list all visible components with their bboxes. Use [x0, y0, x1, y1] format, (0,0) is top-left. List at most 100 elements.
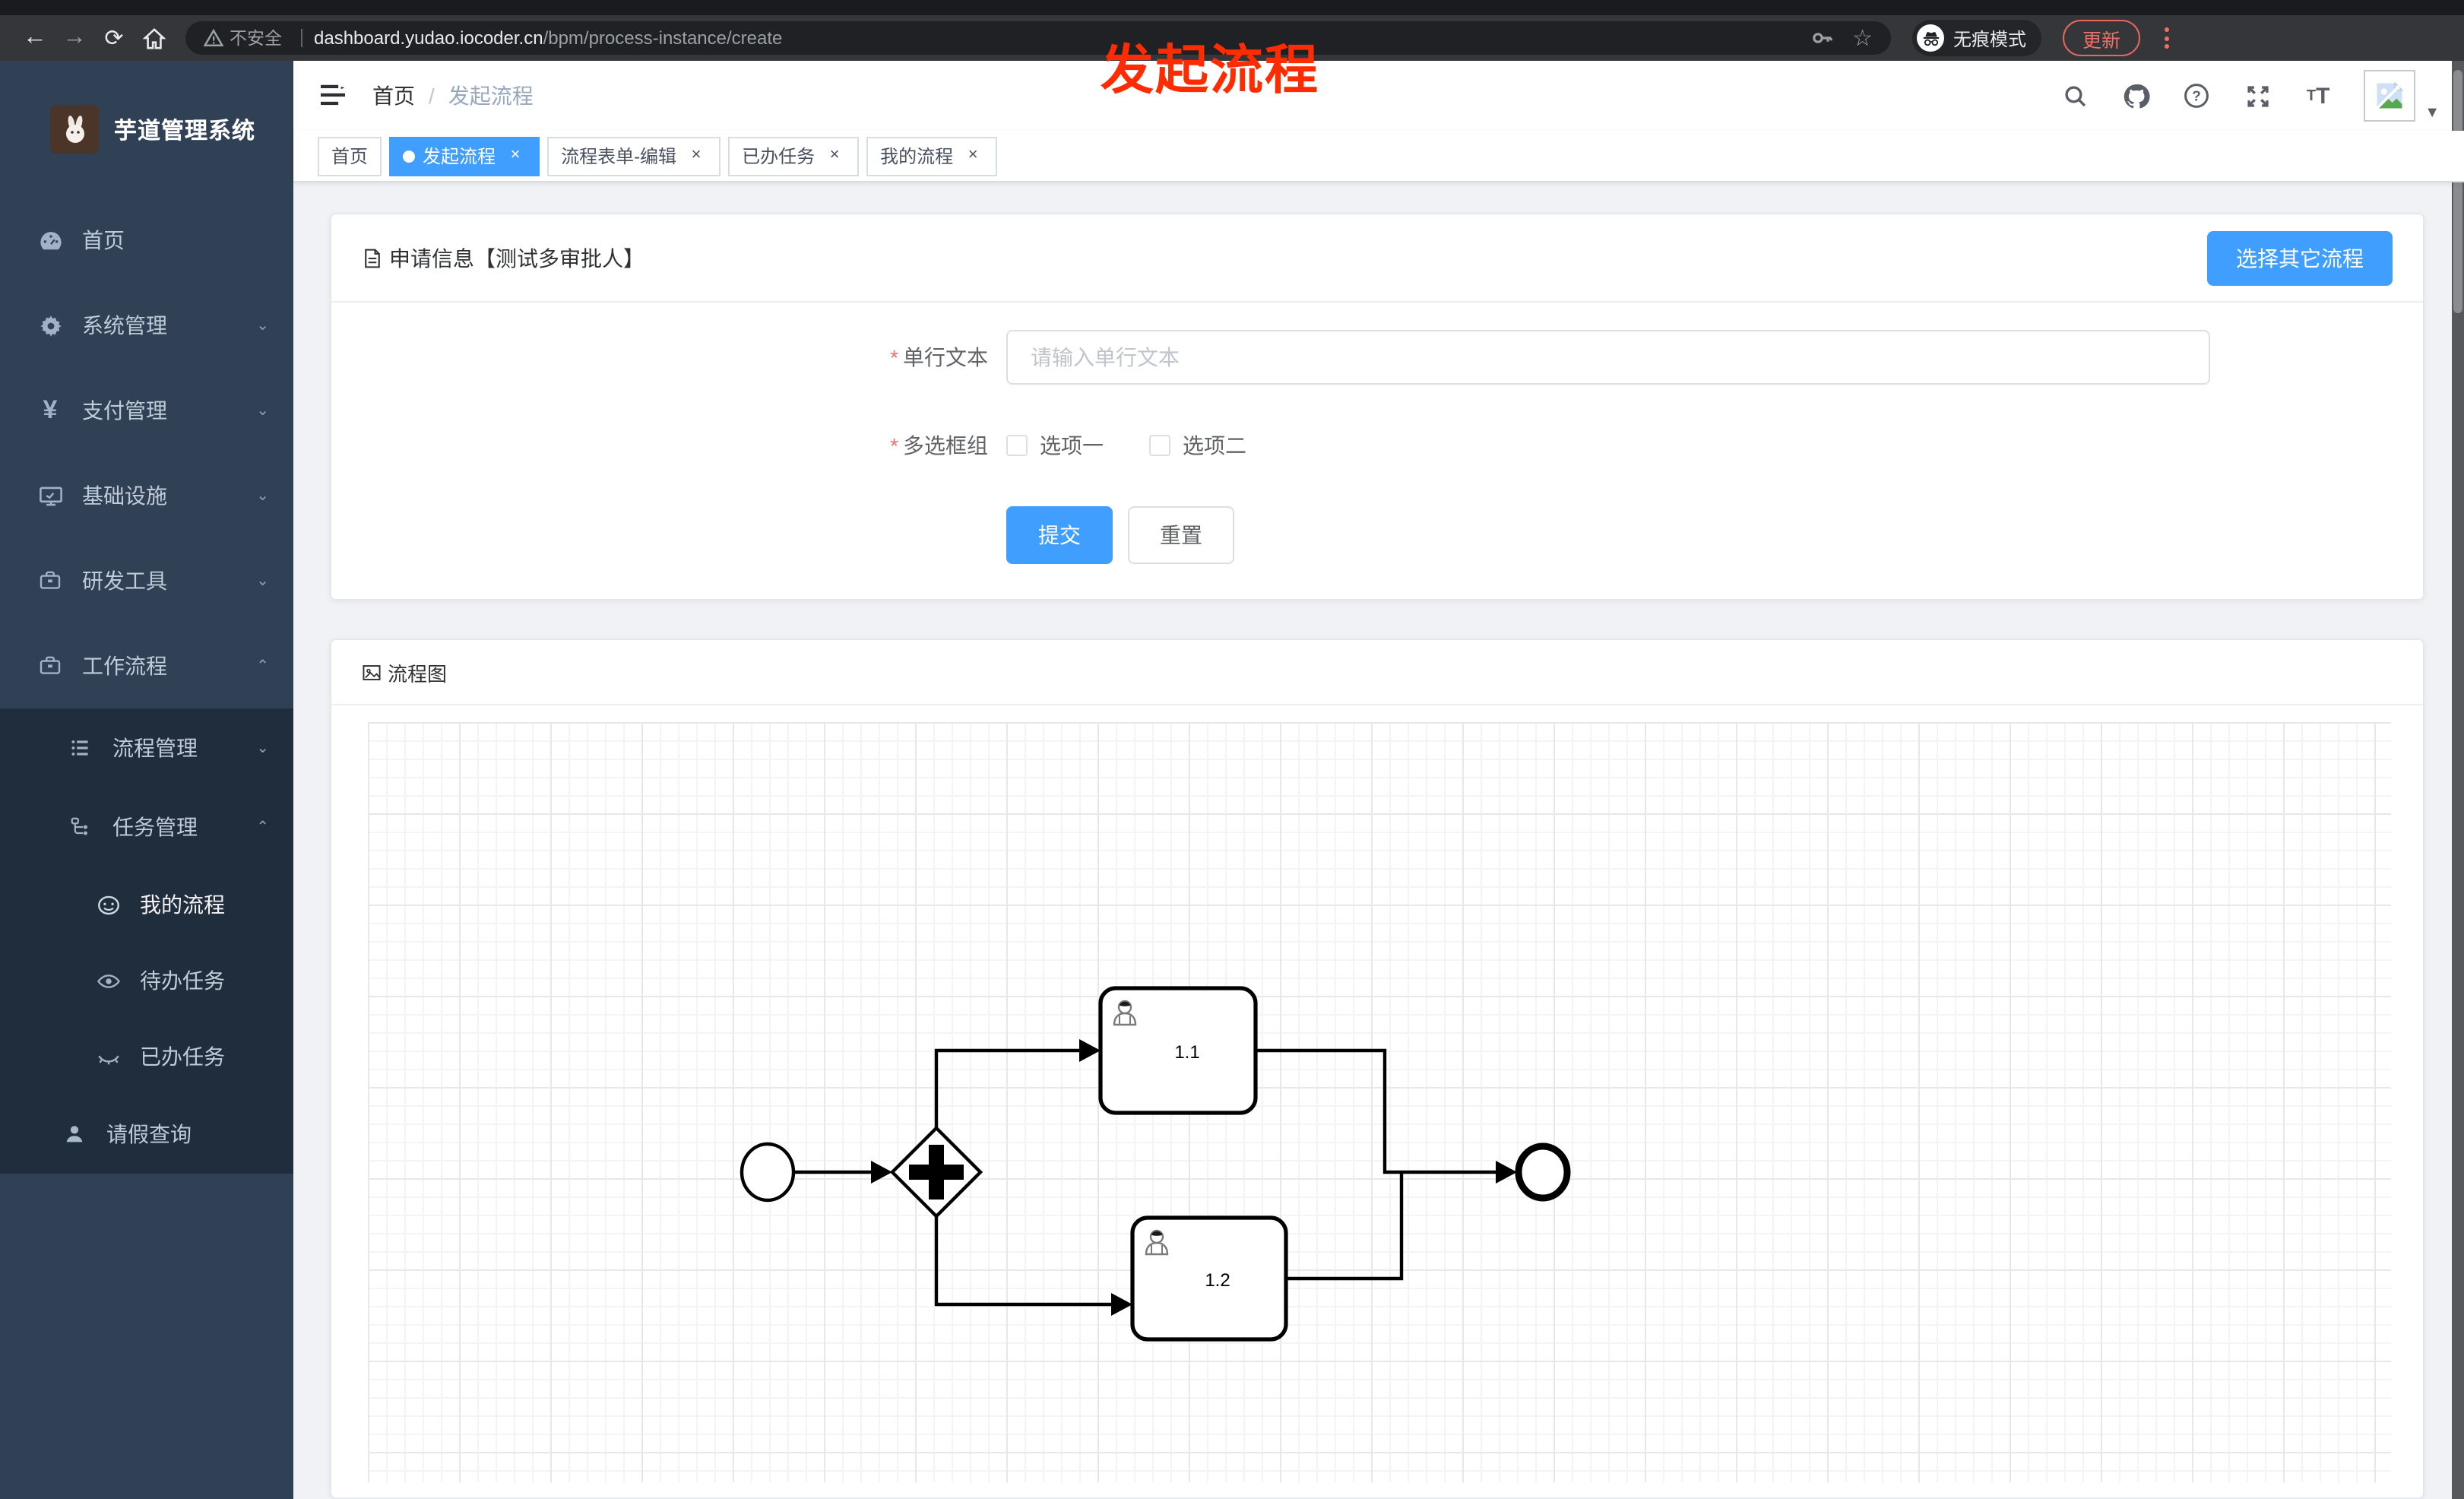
page-content: 申请信息【测试多审批人】 选择其它流程 *单行文本 *多选框组: [293, 182, 2464, 1499]
key-icon[interactable]: [1810, 26, 1834, 50]
sidebar-logo-row[interactable]: 芋道管理系统: [0, 61, 293, 198]
bpmn-user-task-1-2: 1.2: [1130, 1215, 1288, 1342]
gear-icon: [36, 312, 64, 339]
help-icon[interactable]: ?: [2181, 81, 2212, 111]
image-icon: [363, 664, 381, 680]
sidebar-item-done-tasks[interactable]: 已办任务: [0, 1019, 293, 1095]
tab-close-icon[interactable]: ×: [824, 145, 845, 166]
tab-home[interactable]: 首页: [318, 136, 382, 176]
tags-view-bar: 首页 发起流程 × 流程表单-编辑 × 已办任务 × 我的流程 ×: [293, 131, 2464, 182]
breadcrumb: 首页 / 发起流程: [372, 81, 534, 111]
browser-forward-button[interactable]: →: [55, 18, 94, 58]
tab-process-form-edit[interactable]: 流程表单-编辑 ×: [547, 136, 721, 176]
apply-info-card: 申请信息【测试多审批人】 选择其它流程 *单行文本 *多选框组: [330, 213, 2424, 601]
checkbox-label: 选项二: [1183, 433, 1246, 458]
apply-form: *单行文本 *多选框组 选项一 选项二: [331, 303, 2423, 564]
submit-button[interactable]: 提交: [1006, 506, 1113, 564]
url-path: /bpm/process-instance/create: [543, 27, 783, 49]
sidebar-item-my-process[interactable]: 我的流程: [0, 867, 293, 943]
sidebar-item-label: 支付管理: [82, 398, 167, 423]
sidebar-item-dev-tools[interactable]: 研发工具 ⌄: [0, 538, 293, 623]
caret-down-icon: ▼: [2424, 105, 2440, 122]
apply-info-title: 申请信息【测试多审批人】: [389, 246, 645, 270]
document-icon: [365, 248, 380, 268]
incognito-icon: [1917, 24, 1944, 52]
monitor-icon: [36, 482, 64, 509]
field-label: * 多选框组: [890, 433, 988, 458]
github-icon[interactable]: [2120, 81, 2151, 111]
tab-close-icon[interactable]: ×: [686, 145, 707, 166]
flow-tree-icon: [67, 813, 94, 841]
diagram-card-header: 流程图: [331, 640, 2423, 705]
task-label: 1.1: [1174, 1042, 1199, 1063]
bpmn-canvas: 1.1 1.2: [368, 722, 2391, 1482]
yen-icon: ¥: [43, 395, 58, 424]
sidebar-item-label: 已办任务: [140, 1044, 225, 1069]
user-avatar[interactable]: ▼: [2364, 70, 2440, 122]
main-area: 首页 / 发起流程 ? T T ▼ 首页 发起流程 × 流程表单-编辑 × 已办…: [293, 61, 2464, 1499]
single-line-text-input[interactable]: [1006, 330, 2210, 385]
page-scrollbar-thumb[interactable]: [2453, 70, 2462, 313]
sidebar-item-label: 请假查询: [106, 1122, 192, 1146]
diagram-body: 1.1 1.2: [331, 705, 2423, 1497]
sidebar-item-system[interactable]: 系统管理 ⌄: [0, 283, 293, 368]
workflow-submenu: 流程管理 ⌄ 任务管理 ⌃ 我的流程 待办任务 已办任务 请假查询: [0, 708, 293, 1174]
tab-my-process[interactable]: 我的流程 ×: [866, 136, 998, 176]
browser-back-button[interactable]: ←: [15, 18, 55, 58]
sidebar: 芋道管理系统 首页 系统管理 ⌄ ¥ 支付管理 ⌄ 基础设施 ⌄ 研发工具 ⌄ …: [0, 61, 293, 1499]
tab-done-tasks[interactable]: 已办任务 ×: [728, 136, 860, 176]
choose-other-process-button[interactable]: 选择其它流程: [2207, 230, 2393, 285]
sidebar-item-home[interactable]: 首页: [0, 198, 293, 283]
fullscreen-icon[interactable]: [2242, 81, 2272, 111]
sidebar-item-workflow[interactable]: 工作流程 ⌃: [0, 623, 293, 708]
checkbox-option-2[interactable]: 选项二: [1149, 430, 1246, 461]
sidebar-item-label: 研发工具: [82, 569, 167, 593]
checkbox-label: 选项一: [1040, 433, 1104, 458]
url-divider: [300, 29, 302, 47]
incognito-label: 无痕模式: [1953, 28, 2027, 49]
eye-closed-icon: [94, 1043, 122, 1070]
sidebar-item-task-management[interactable]: 任务管理 ⌃: [0, 788, 293, 867]
sidebar-item-todo-tasks[interactable]: 待办任务: [0, 943, 293, 1019]
sidebar-item-label: 任务管理: [112, 815, 198, 839]
tab-close-icon[interactable]: ×: [962, 145, 983, 166]
font-size-icon[interactable]: TT: [2303, 81, 2333, 111]
breadcrumb-home[interactable]: 首页: [372, 81, 415, 111]
tab-label: 我的流程: [880, 146, 954, 167]
sidebar-item-process-management[interactable]: 流程管理 ⌄: [0, 708, 293, 788]
required-asterisk: *: [890, 433, 898, 458]
sidebar-item-infrastructure[interactable]: 基础设施 ⌄: [0, 453, 293, 538]
tab-start-process[interactable]: 发起流程 ×: [389, 136, 540, 176]
browser-menu-button[interactable]: [2158, 21, 2175, 55]
sidebar-item-payment[interactable]: ¥ 支付管理 ⌄: [0, 368, 293, 453]
browser-reload-button[interactable]: ⟳: [94, 18, 134, 58]
screenshot-root: ← → ⟳ 不安全 dashboard.yudao.iocoder.cn/bpm…: [0, 0, 2464, 1499]
sidebar-collapse-button[interactable]: [312, 74, 354, 117]
sidebar-item-label: 待办任务: [140, 968, 225, 993]
face-icon: [94, 891, 122, 918]
svg-text:?: ?: [2192, 88, 2201, 104]
browser-url-bar[interactable]: 不安全 dashboard.yudao.iocoder.cn/bpm/proce…: [185, 21, 1891, 55]
bookmark-star-icon[interactable]: ☆: [1852, 24, 1873, 52]
bpmn-parallel-gateway: [889, 1125, 983, 1219]
checkbox-option-1[interactable]: 选项一: [1006, 430, 1104, 461]
bpmn-end-event: [1515, 1142, 1571, 1202]
reset-button[interactable]: 重置: [1128, 506, 1234, 564]
broken-image-icon: [2364, 70, 2416, 122]
tab-close-icon[interactable]: ×: [505, 145, 526, 166]
bpmn-start-event: [740, 1142, 796, 1203]
checkbox-icon[interactable]: [1006, 435, 1028, 456]
bpmn-diagram: 1.1 1.2: [740, 986, 1571, 1342]
checkbox-icon[interactable]: [1149, 435, 1170, 456]
browser-update-button[interactable]: 更新: [2063, 20, 2141, 56]
page-scrollbar[interactable]: [2452, 61, 2464, 1499]
dashboard-icon: [36, 227, 64, 254]
search-icon[interactable]: [2060, 81, 2090, 111]
sidebar-item-leave-query[interactable]: 请假查询: [0, 1095, 293, 1174]
required-asterisk: *: [890, 345, 898, 369]
security-label[interactable]: 不安全: [230, 26, 282, 50]
eye-open-icon: [94, 967, 122, 994]
browser-home-button[interactable]: [134, 18, 173, 58]
toolbox-icon: [36, 567, 64, 594]
bpmn-user-task-1-1: 1.1: [1098, 986, 1258, 1115]
